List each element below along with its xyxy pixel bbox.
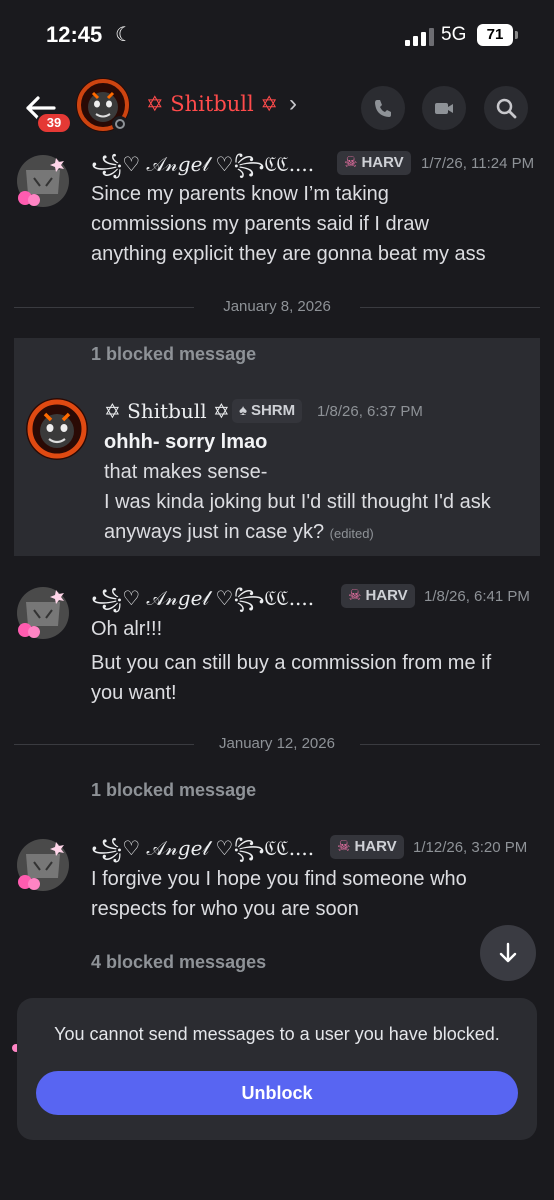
- message-line: commissions my parents said if I draw: [91, 213, 429, 235]
- guild-tag: ♠ SHRM: [232, 399, 303, 423]
- message-line: anything explicit they are gonna beat my…: [91, 243, 486, 265]
- network-type: 5G: [441, 24, 467, 45]
- guild-tag-label: HARV: [365, 587, 408, 604]
- battery-icon: 71: [477, 24, 513, 46]
- message-line: respects for who you are soon: [91, 898, 359, 920]
- message-timestamp: 1/12/26, 3:20 PM: [413, 839, 528, 856]
- search-icon: [496, 98, 517, 119]
- guild-tag-label: HARV: [354, 838, 397, 855]
- unread-badge: 39: [36, 112, 72, 134]
- blocked-messages-toggle[interactable]: 1 blocked message: [91, 780, 256, 801]
- message-line-bold: ohhh- sorry lmao: [104, 431, 268, 453]
- user-avatar[interactable]: [12, 834, 74, 896]
- user-avatar[interactable]: [12, 150, 74, 212]
- signal-icon: [405, 28, 435, 46]
- blocked-notice-text: You cannot send messages to a user you h…: [54, 1024, 500, 1044]
- offline-status-icon: [112, 116, 128, 132]
- message-timestamp: 1/7/26, 11:24 PM: [421, 155, 535, 172]
- guild-tag-label: HARV: [361, 154, 404, 171]
- guild-tag: ☠ HARV: [341, 584, 415, 608]
- guild-tag: ☠ HARV: [337, 151, 411, 175]
- arrow-down-icon: [499, 942, 517, 963]
- message-content: Oh alr!!! But you can still buy a commis…: [91, 614, 491, 708]
- message-item[interactable]: ꧁♡ 𝒜𝓃𝑔𝑒𝓁 ♡꧂ℭℭ.... ☠ HARV 1/7/26, 11:24 PM…: [0, 150, 554, 270]
- message-line: But you can still buy a commission from …: [91, 652, 492, 674]
- message-line: Oh alr!!!: [91, 618, 163, 640]
- user-avatar[interactable]: [12, 582, 74, 644]
- status-bar: 12:45 ☾ 5G 71: [0, 0, 554, 72]
- skull-icon: ☠: [348, 587, 362, 604]
- unblock-button[interactable]: Unblock: [36, 1071, 518, 1115]
- message-timestamp: 1/8/26, 6:41 PM: [424, 588, 530, 605]
- message-item[interactable]: ꧁♡ 𝒜𝓃𝑔𝑒𝓁 ♡꧂ℭℭ.... ☠ HARV 1/8/26, 6:41 PM …: [0, 582, 554, 704]
- blocked-messages-toggle[interactable]: 4 blocked messages: [91, 952, 266, 973]
- video-icon: [435, 103, 453, 114]
- channel-header: 39 ✡ Shitbull ✡ ›: [0, 72, 554, 142]
- user-avatar[interactable]: [26, 398, 88, 460]
- author-name[interactable]: ✡ Shitbull ✡: [104, 399, 230, 423]
- skull-icon: ☠: [344, 154, 358, 171]
- guild-tag: ☠ HARV: [330, 835, 404, 859]
- date-separator-label: January 12, 2026: [219, 735, 335, 752]
- channel-name[interactable]: ✡ Shitbull ✡: [146, 92, 278, 116]
- message-timestamp: 1/8/26, 6:37 PM: [317, 403, 423, 420]
- skull-icon: ☠: [337, 838, 351, 855]
- moon-icon: ☾: [115, 24, 133, 46]
- date-separator: January 12, 2026: [14, 734, 540, 754]
- jump-to-bottom-button[interactable]: [480, 925, 536, 981]
- blocked-user-notice: You cannot send messages to a user you h…: [17, 998, 537, 1140]
- message-item[interactable]: ꧁♡ 𝒜𝓃𝑔𝑒𝓁 ♡꧂ℭℭ.... ☠ HARV 1/12/26, 3:20 PM…: [0, 834, 554, 934]
- search-button[interactable]: [484, 86, 528, 130]
- message-line: I forgive you I hope you find someone wh…: [91, 868, 467, 890]
- edited-label: (edited): [329, 526, 374, 541]
- message-line: that makes sense-: [104, 461, 268, 483]
- guild-tag-label: SHRM: [250, 402, 296, 419]
- date-separator: January 8, 2026: [14, 297, 540, 317]
- chevron-right-icon[interactable]: ›: [289, 90, 297, 118]
- phone-icon: [375, 100, 391, 117]
- message-content: ohhh- sorry lmao that makes sense- I was…: [104, 427, 491, 549]
- message-content: I forgive you I hope you find someone wh…: [91, 864, 467, 924]
- message-line: I was kinda joking but I'd still thought…: [104, 491, 491, 513]
- message-line: you want!: [91, 682, 177, 704]
- call-button[interactable]: [361, 86, 405, 130]
- message-line: anyways just in case yk?: [104, 521, 325, 543]
- battery-tip: [515, 31, 518, 39]
- video-button[interactable]: [422, 86, 466, 130]
- message-content: Since my parents know I’m taking commiss…: [91, 179, 486, 269]
- blocked-messages-toggle[interactable]: 1 blocked message: [91, 344, 256, 365]
- status-time: 12:45: [46, 22, 103, 47]
- date-separator-label: January 8, 2026: [223, 298, 331, 315]
- mushroom-icon: ♠: [239, 402, 247, 419]
- message-line: Since my parents know I’m taking: [91, 183, 389, 205]
